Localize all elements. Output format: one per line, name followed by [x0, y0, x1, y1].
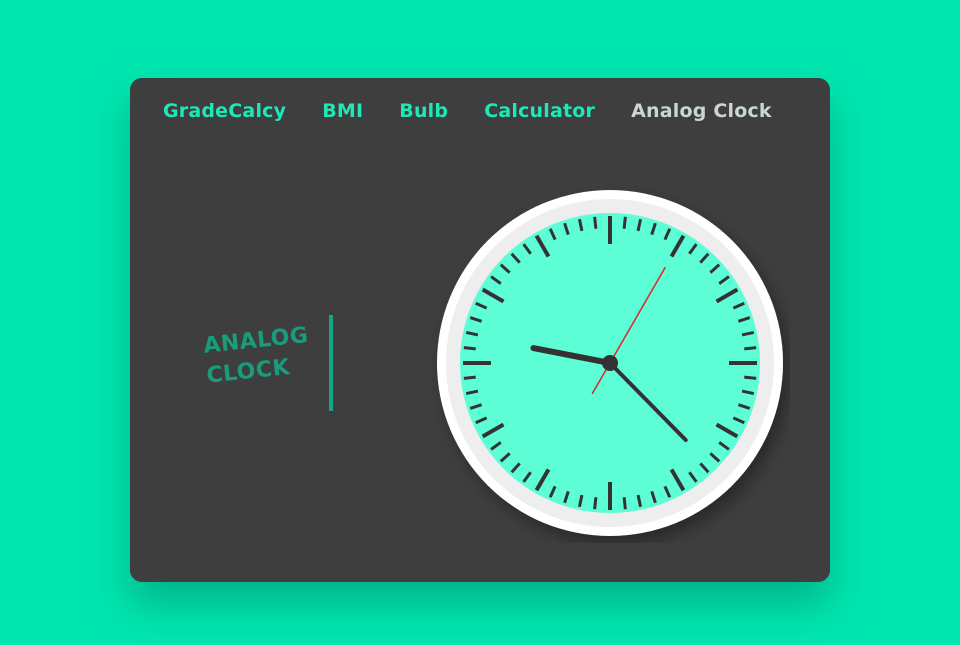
nav-item-bmi[interactable]: BMI [322, 100, 363, 122]
minute-tick [622, 216, 627, 229]
title-divider [329, 315, 333, 411]
nav-item-bulb[interactable]: Bulb [399, 100, 448, 122]
top-nav: GradeCalcy BMI Bulb Calculator Analog Cl… [163, 98, 808, 124]
minute-tick [463, 346, 476, 351]
minute-tick [463, 375, 476, 380]
page-title: ANALOG CLOCK [202, 321, 313, 392]
analog-clock [437, 190, 783, 536]
app-card: GradeCalcy BMI Bulb Calculator Analog Cl… [130, 78, 830, 582]
minute-tick [622, 497, 627, 510]
minute-tick [593, 216, 598, 229]
minute-tick [744, 375, 757, 380]
minute-tick [744, 346, 757, 351]
nav-item-analog-clock[interactable]: Analog Clock [631, 100, 772, 122]
minute-tick [593, 497, 598, 510]
nav-item-gradecalcy[interactable]: GradeCalcy [163, 100, 286, 122]
nav-item-calculator[interactable]: Calculator [484, 100, 595, 122]
clock-center-cap [602, 355, 618, 371]
